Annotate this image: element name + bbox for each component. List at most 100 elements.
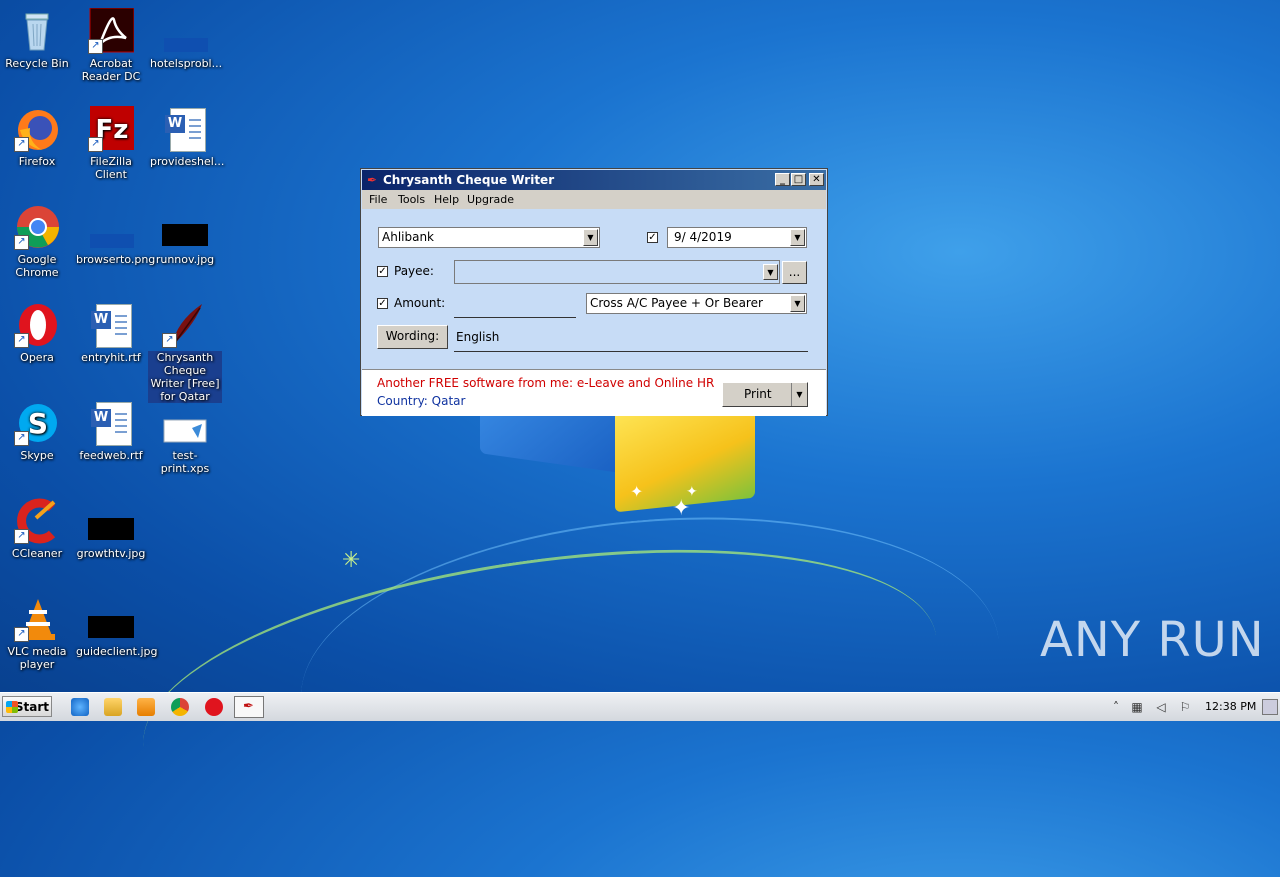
- clock[interactable]: 12:38 PM: [1205, 700, 1256, 713]
- menu-file[interactable]: File: [369, 193, 387, 206]
- date-value: 9/ 4/2019: [674, 230, 732, 244]
- desktop-icon-guideclient-jpg[interactable]: guideclient.jpg: [74, 596, 158, 658]
- desktop-icon-feedweb-rtf[interactable]: W feedweb.rtf: [74, 400, 148, 462]
- svg-text:S: S: [28, 407, 48, 440]
- desktop-icon-chrysanth-cheque-writer[interactable]: ↗ Chrysanth Cheque Writer [Free] for Qat…: [148, 302, 222, 403]
- shortcut-arrow-icon: ↗: [88, 39, 103, 54]
- chevron-down-icon[interactable]: ▼: [790, 229, 805, 246]
- payee-label: Payee:: [394, 264, 434, 278]
- chevron-down-icon[interactable]: ▼: [583, 229, 598, 246]
- shortcut-arrow-icon: ↗: [14, 333, 29, 348]
- payee-browse-button[interactable]: ...: [782, 261, 807, 284]
- sparkle-icon: ✳: [342, 548, 361, 573]
- chevron-down-icon[interactable]: ▼: [790, 295, 805, 312]
- crossing-value: Cross A/C Payee + Or Bearer: [590, 296, 763, 310]
- date-picker[interactable]: 9/ 4/2019 ▼: [667, 227, 807, 248]
- desktop-icon-acrobat-reader[interactable]: ↗ Acrobat Reader DC: [74, 7, 148, 83]
- desktop-icon-firefox[interactable]: ↗ Firefox: [0, 106, 74, 168]
- volume-icon[interactable]: ◁: [1154, 701, 1168, 713]
- date-checkbox[interactable]: ✓: [647, 232, 658, 243]
- word-document-icon: W: [91, 304, 132, 348]
- shortcut-arrow-icon: ↗: [88, 137, 103, 152]
- recycle-bin-icon: [25, 13, 49, 51]
- image-thumbnail-icon: [162, 224, 208, 246]
- start-label: Start: [14, 700, 49, 714]
- window-titlebar[interactable]: ✒ Chrysanth Cheque Writer _ □ ✕: [362, 170, 826, 190]
- shortcut-arrow-icon: ↗: [14, 529, 29, 544]
- chevron-down-icon[interactable]: ▼: [791, 383, 807, 406]
- desktop-icon-hotelsprobl[interactable]: hotelsprobl...: [148, 8, 222, 70]
- desktop-icon-vlc[interactable]: ↗ VLC media player: [0, 596, 74, 671]
- image-thumbnail-icon: [88, 616, 134, 638]
- media-player-icon[interactable]: [137, 698, 155, 716]
- window-footer: Another FREE software from me: e-Leave a…: [362, 369, 826, 416]
- crossing-select[interactable]: Cross A/C Payee + Or Bearer ▼: [586, 293, 807, 314]
- desktop-icon-runnov-jpg[interactable]: runnov.jpg: [148, 204, 222, 266]
- desktop-icon-browserto-png[interactable]: browserto.png: [74, 204, 155, 266]
- desktop-icon-ccleaner[interactable]: ↗ CCleaner: [0, 498, 74, 560]
- close-button[interactable]: ✕: [809, 173, 824, 186]
- menu-help[interactable]: Help: [434, 193, 459, 206]
- taskbar: Start ✒ ˄ ▦ ◁ ⚐ 12:38 PM: [0, 692, 1280, 721]
- print-button[interactable]: Print ▼: [722, 382, 808, 407]
- shortcut-arrow-icon: ↗: [162, 333, 177, 348]
- print-button-label: Print: [744, 387, 772, 401]
- chevron-up-icon[interactable]: ˄: [1109, 701, 1123, 713]
- bank-select-value: Ahlibank: [382, 230, 435, 244]
- amount-label: Amount:: [394, 296, 446, 310]
- taskbar-cheque-writer[interactable]: ✒: [234, 696, 264, 718]
- start-button[interactable]: Start: [2, 696, 52, 717]
- file-explorer-icon[interactable]: [104, 698, 122, 716]
- promo-link[interactable]: Another FREE software from me: e-Leave a…: [377, 376, 714, 390]
- shortcut-arrow-icon: ↗: [14, 137, 29, 152]
- menu-upgrade[interactable]: Upgrade: [467, 193, 514, 206]
- window-title: Chrysanth Cheque Writer: [383, 173, 555, 187]
- menu-tools[interactable]: Tools: [398, 193, 425, 206]
- minimize-button[interactable]: _: [775, 173, 790, 186]
- bank-select[interactable]: Ahlibank ▼: [378, 227, 600, 248]
- maximize-button[interactable]: □: [791, 173, 806, 186]
- sparkle-icon: ✦: [630, 482, 644, 501]
- word-document-icon: W: [165, 108, 206, 152]
- shortcut-arrow-icon: ↗: [14, 627, 29, 642]
- cheque-writer-window[interactable]: ✒ Chrysanth Cheque Writer _ □ ✕ File Too…: [360, 168, 828, 416]
- desktop-icon-entryhit-rtf[interactable]: W entryhit.rtf: [74, 302, 148, 364]
- opera-icon[interactable]: [205, 698, 223, 716]
- chevron-down-icon[interactable]: ▼: [763, 264, 778, 280]
- amount-input[interactable]: [454, 293, 576, 317]
- windows-logo-icon: [6, 701, 18, 713]
- desktop-icon-test-print-xps[interactable]: test-print.xps: [148, 400, 222, 475]
- amount-underline: [454, 317, 576, 318]
- country-label: Country: Qatar: [377, 394, 466, 408]
- desktop-icon-filezilla[interactable]: Fz ↗ FileZilla Client: [74, 106, 148, 181]
- shortcut-arrow-icon: ↗: [14, 431, 29, 446]
- xps-document-icon: [163, 419, 207, 443]
- quill-pen-icon: ✒: [243, 699, 254, 714]
- payee-combobox[interactable]: ▼: [454, 260, 780, 284]
- show-desktop-button[interactable]: [1262, 699, 1278, 715]
- anyrun-watermark: ANY RUN: [1040, 612, 1265, 668]
- word-document-icon: W: [91, 402, 132, 446]
- sparkle-icon: ✦: [686, 484, 698, 500]
- image-thumbnail-icon: [88, 518, 134, 540]
- desktop-icon-growthtv-jpg[interactable]: growthtv.jpg: [74, 498, 148, 560]
- wording-underline: [454, 351, 808, 352]
- desktop-icon-provideshel[interactable]: W provideshel...: [148, 106, 224, 168]
- menu-bar: File Tools Help Upgrade: [362, 190, 826, 209]
- action-center-flag-icon[interactable]: ⚐: [1178, 701, 1192, 713]
- desktop-icon-google-chrome[interactable]: ↗ Google Chrome: [0, 204, 74, 279]
- wording-button[interactable]: Wording:: [377, 325, 448, 349]
- internet-explorer-icon[interactable]: [71, 698, 89, 716]
- desktop-icon-recycle-bin[interactable]: Recycle Bin: [0, 8, 74, 70]
- chrome-icon[interactable]: [171, 698, 189, 716]
- network-icon[interactable]: ▦: [1130, 701, 1144, 713]
- wording-value: English: [456, 330, 500, 344]
- desktop-icon-skype[interactable]: S ↗ Skype: [0, 400, 74, 462]
- quill-pen-icon: ✒: [367, 173, 378, 187]
- shortcut-arrow-icon: ↗: [14, 235, 29, 250]
- payee-checkbox[interactable]: ✓: [377, 266, 388, 277]
- amount-checkbox[interactable]: ✓: [377, 298, 388, 309]
- desktop-icon-opera[interactable]: ↗ Opera: [0, 302, 74, 364]
- image-thumbnail-icon: [164, 38, 208, 52]
- image-thumbnail-icon: [90, 234, 134, 248]
